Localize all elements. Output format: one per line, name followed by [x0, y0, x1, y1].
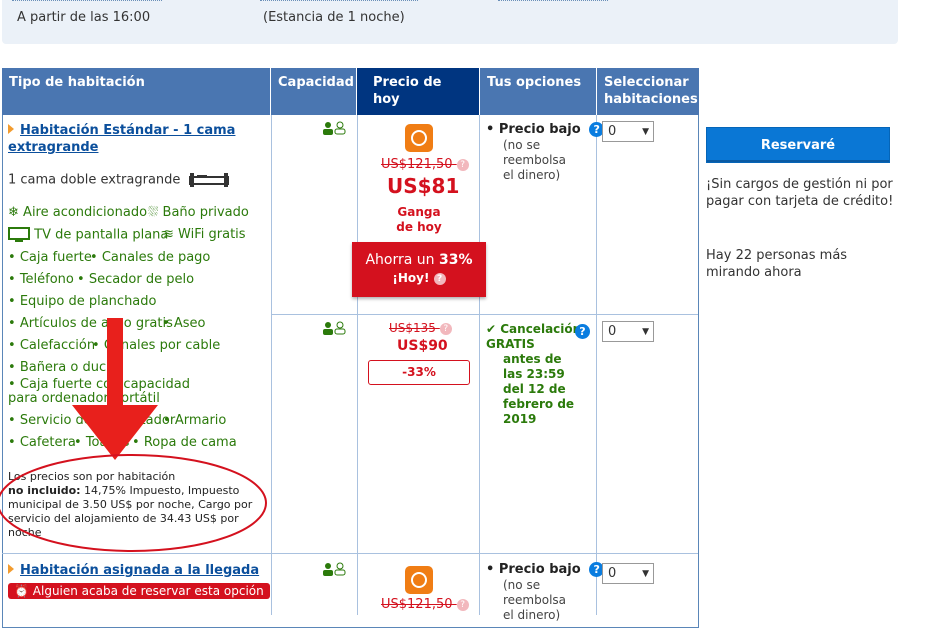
snowflake-icon: ❄ — [8, 205, 19, 220]
facility-label: Aire acondicionado — [23, 205, 148, 220]
discount-badge: -33% — [368, 360, 470, 385]
checkin-time: A partir de las 16:00 — [17, 10, 151, 25]
triangle-icon — [8, 564, 14, 574]
facility-item: • Teléfono — [8, 272, 74, 287]
annotation-ellipse — [0, 454, 267, 552]
deal-label: Ganga de hoy — [396, 205, 442, 234]
savings-banner: Ahorra un 33% ¡Hoy! ? — [352, 242, 486, 297]
occupancy-icon — [323, 321, 346, 335]
option-title: • Precio bajo ? — [486, 122, 605, 137]
divider — [498, 0, 608, 2]
header-price-today: Precio de hoy — [357, 68, 479, 115]
room-name-link[interactable]: Habitación Estándar - 1 cama extragrande — [8, 123, 235, 155]
room-qty-select[interactable]: 0 — [602, 121, 654, 142]
divider — [260, 0, 418, 2]
current-price: US$81 — [387, 174, 460, 198]
facility-item: • Canales de pago — [90, 250, 211, 265]
facility-item: • Secador de pelo — [77, 272, 195, 287]
bed-icon — [188, 173, 229, 187]
current-price: US$90 — [397, 338, 448, 354]
occupancy-icon — [323, 562, 346, 576]
bed-label: 1 cama doble extragrande — [8, 172, 181, 188]
header-select-rooms: Seleccionar habitaciones — [597, 68, 699, 115]
booking-alert: ⏰ Alguien acaba de reservar esta opción — [8, 583, 270, 599]
divider — [12, 0, 162, 2]
facility-item: • Equipo de planchado — [8, 294, 157, 309]
checkin-info-box: A partir de las 16:00 (Estancia de 1 noc… — [2, 0, 898, 44]
facility-bath: ⛆ Baño privado — [148, 205, 249, 220]
reserve-button[interactable]: Reservaré — [706, 127, 890, 163]
annotation-arrow-head — [72, 405, 158, 460]
check-icon: ✔ — [486, 322, 497, 336]
stay-length: (Estancia de 1 noche) — [263, 10, 405, 25]
facility-wifi: ≋ WiFi gratis — [163, 227, 246, 242]
old-price: US$135 ? — [389, 321, 452, 335]
tv-icon — [8, 227, 30, 242]
annotation-arrow-shaft — [107, 318, 123, 408]
annotation-overlay — [0, 318, 267, 552]
facility-label: Baño privado — [162, 205, 249, 220]
facility-ac: ❄ Aire acondicionado — [8, 205, 147, 220]
column-divider — [357, 115, 358, 615]
row-divider — [271, 314, 698, 315]
no-fees-note: ¡Sin cargos de gestión ni por pagar con … — [706, 177, 894, 209]
header-capacity: Capacidad — [271, 68, 356, 115]
room-title: Habitación asignada a la llegada — [8, 563, 259, 578]
room-qty-select[interactable]: 0 — [602, 563, 654, 584]
viewers-note: Hay 22 personas más mirando ahora — [706, 248, 848, 280]
facility-item: • Caja fuerte — [8, 250, 92, 265]
facility-tv: TV de pantalla plana — [8, 227, 168, 243]
header-room-type: Tipo de habitación — [2, 68, 270, 115]
info-icon[interactable]: ? — [456, 158, 469, 171]
option-subtitle: (no se reembolsa el dinero) — [503, 578, 567, 622]
shower-icon: ⛆ — [148, 205, 159, 220]
deal-badge-icon — [405, 124, 433, 152]
option-subtitle: (no se reembolsa el dinero) — [503, 138, 567, 182]
alarm-clock-icon: ⏰ — [14, 584, 29, 598]
occupancy-icon — [323, 121, 346, 135]
room-qty-select[interactable]: 0 — [602, 321, 654, 342]
info-icon[interactable]: ? — [433, 272, 446, 285]
old-price: US$121,50 ? — [381, 597, 469, 612]
triangle-icon — [8, 124, 14, 134]
info-icon[interactable]: ? — [456, 598, 469, 611]
room-title: Habitación Estándar - 1 cama extragrande — [8, 122, 248, 156]
column-divider — [596, 115, 597, 615]
facility-label: WiFi gratis — [178, 227, 246, 242]
option-subtitle: antes de las 23:59 del 12 de febrero de … — [503, 352, 575, 426]
column-divider — [479, 115, 480, 615]
bed-type: 1 cama doble extragrande — [8, 172, 229, 188]
wifi-icon: ≋ — [163, 227, 174, 242]
option-title: • Precio bajo ? — [486, 562, 605, 577]
help-icon[interactable]: ? — [575, 324, 590, 339]
old-price: US$121,50 ? — [381, 157, 469, 172]
header-options: Tus opciones — [480, 68, 596, 115]
facility-label: TV de pantalla plana — [34, 227, 169, 243]
deal-badge-icon — [405, 566, 433, 594]
room-name-link[interactable]: Habitación asignada a la llegada — [20, 563, 259, 578]
info-icon[interactable]: ? — [439, 322, 452, 335]
